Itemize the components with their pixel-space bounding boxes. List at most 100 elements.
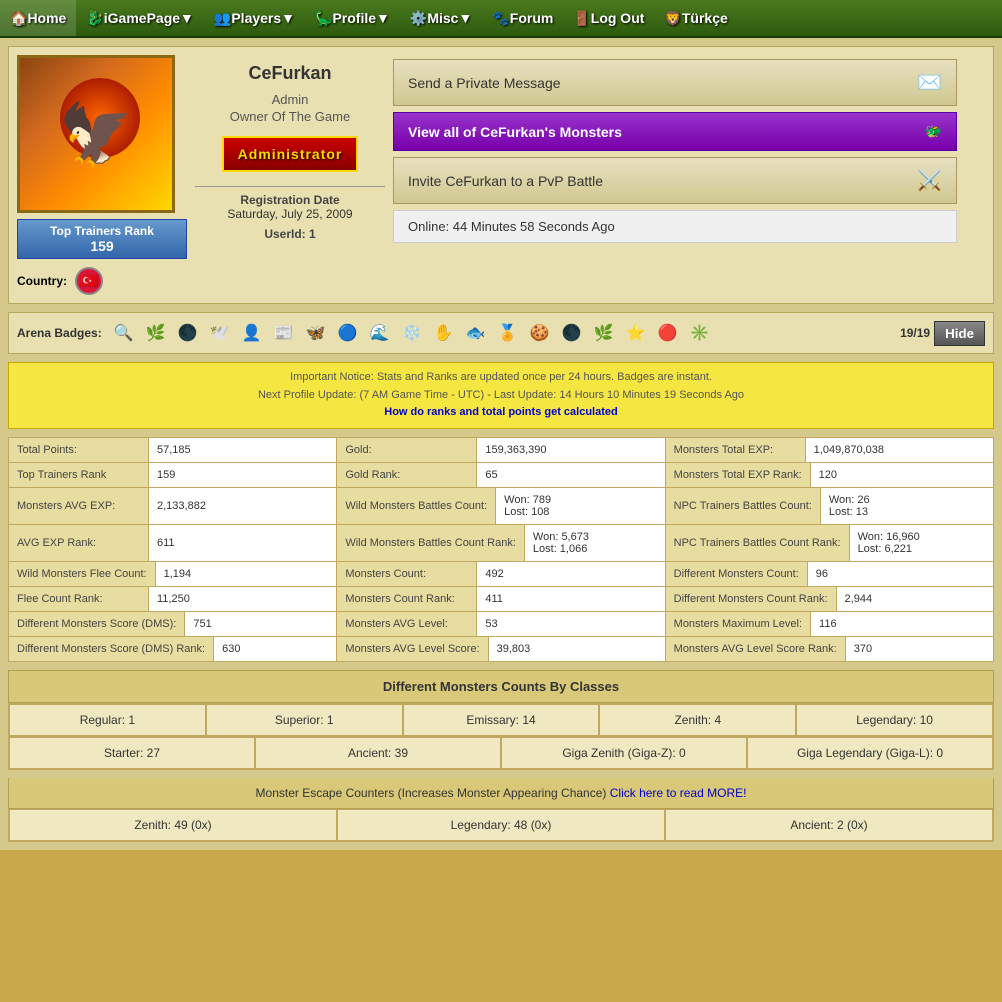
cell-gold: Gold: 159,363,390 [337, 438, 665, 462]
stats-row-1: Total Points: 57,185 Gold: 159,363,390 M… [9, 438, 993, 463]
dms-val: 751 [185, 612, 336, 636]
stats-table: Total Points: 57,185 Gold: 159,363,390 M… [8, 437, 994, 662]
badge-1[interactable]: 🔍 [110, 319, 138, 347]
misc-icon: ⚙️ [410, 10, 427, 27]
nav-home[interactable]: 🏠 Home [0, 0, 76, 36]
avg-level-score-label: Monsters AVG Level Score: [337, 637, 488, 661]
badge-8[interactable]: 🔵 [334, 319, 362, 347]
badge-7[interactable]: 🦋 [302, 319, 330, 347]
sword-icon: ⚔️ [917, 168, 942, 193]
online-status: Online: 44 Minutes 58 Seconds Ago [393, 210, 957, 243]
escape-link[interactable]: Click here to read MORE! [610, 786, 747, 800]
avg-level-score-val: 39,803 [489, 637, 665, 661]
avg-level-score-rank-val: 370 [846, 637, 993, 661]
npc-battles-val: Won: 26Lost: 13 [821, 488, 993, 524]
max-level-val: 116 [811, 612, 993, 636]
wild-battles-label: Wild Monsters Battles Count: [337, 488, 496, 524]
avg-exp-label: Monsters AVG EXP: [9, 488, 149, 524]
cell-diff-monsters: Different Monsters Count: 96 [666, 562, 993, 586]
view-monsters-button[interactable]: View all of CeFurkan's Monsters 🐲 [393, 112, 957, 151]
cell-flee-rank: Flee Count Rank: 11,250 [9, 587, 337, 611]
profile-arrow: ▼ [376, 10, 390, 26]
arena-badges-label: Arena Badges: [17, 326, 102, 340]
gold-val: 159,363,390 [477, 438, 664, 462]
avg-level-score-rank-label: Monsters AVG Level Score Rank: [666, 637, 846, 661]
flee-count-val: 1,194 [156, 562, 337, 586]
badge-11[interactable]: ✋ [430, 319, 458, 347]
badge-4[interactable]: 🕊️ [206, 319, 234, 347]
badge-12[interactable]: 🐟 [462, 319, 490, 347]
flag-icon: 🇹🇷 [75, 267, 103, 295]
diff-monsters-label: Different Monsters Count: [666, 562, 808, 586]
nav-players[interactable]: 👥 Players ▼ [204, 0, 305, 36]
forum-icon: 🐾 [492, 10, 509, 27]
monsters-total-exp-label: Monsters Total EXP: [666, 438, 806, 462]
cell-max-level: Monsters Maximum Level: 116 [666, 612, 993, 636]
monsters-total-exp-val: 1,049,870,038 [806, 438, 993, 462]
language-icon: 🦁 [664, 10, 681, 27]
nav-misc[interactable]: ⚙️ Misc ▼ [400, 0, 482, 36]
badge-10[interactable]: ❄️ [398, 319, 426, 347]
hide-button[interactable]: Hide [934, 321, 985, 346]
badge-19[interactable]: ✳️ [686, 319, 714, 347]
monster-counts-row1: Regular: 1 Superior: 1 Emissary: 14 Zeni… [8, 703, 994, 737]
pvp-button[interactable]: Invite CeFurkan to a PvP Battle ⚔️ [393, 157, 957, 204]
stats-row-5: Wild Monsters Flee Count: 1,194 Monsters… [9, 562, 993, 587]
cell-dms-rank: Different Monsters Score (DMS) Rank: 630 [9, 637, 337, 661]
nav-profile[interactable]: 🦕 Profile ▼ [305, 0, 400, 36]
badge-16[interactable]: 🌿 [590, 319, 618, 347]
monsters-total-exp-rank-label: Monsters Total EXP Rank: [666, 463, 811, 487]
nav-language[interactable]: 🦁 Türkçe [654, 0, 737, 36]
badge-18[interactable]: 🔴 [654, 319, 682, 347]
nav-logout[interactable]: 🚪 Log Out [563, 0, 654, 36]
badge-13[interactable]: 🏅 [494, 319, 522, 347]
top-rank-label: Top Trainers Rank [9, 463, 149, 487]
arena-badges-row: Arena Badges: 🔍 🌿 🌑 🕊️ 👤 📰 🦋 🔵 🌊 ❄️ ✋ 🐟 … [8, 312, 994, 354]
cell-npc-battles-rank: NPC Trainers Battles Count Rank: Won: 16… [666, 525, 993, 561]
badge-15[interactable]: 🌑 [558, 319, 586, 347]
igamepage-arrow: ▼ [180, 10, 194, 26]
igamepage-icon: 🐉 [86, 10, 103, 27]
diff-monsters-rank-val: 2,944 [837, 587, 993, 611]
escape-grid: Zenith: 49 (0x) Legendary: 48 (0x) Ancie… [8, 809, 994, 842]
badge-5[interactable]: 👤 [238, 319, 266, 347]
diff-monsters-header: Different Monsters Counts By Classes [8, 670, 994, 703]
badge-2[interactable]: 🌿 [142, 319, 170, 347]
stats-row-4: AVG EXP Rank: 611 Wild Monsters Battles … [9, 525, 993, 562]
escape-zenith: Zenith: 49 (0x) [9, 809, 337, 841]
top-rank-val: 159 [149, 463, 336, 487]
cell-avg-exp-rank: AVG EXP Rank: 611 [9, 525, 337, 561]
nav-igamepage[interactable]: 🐉 iGamePage ▼ [76, 0, 204, 36]
badge-9[interactable]: 🌊 [366, 319, 394, 347]
cell-gold-rank: Gold Rank: 65 [337, 463, 665, 487]
monsters-count-label: Monsters Count: [337, 562, 477, 586]
badge-3[interactable]: 🌑 [174, 319, 202, 347]
notice-link[interactable]: How do ranks and total points get calcul… [384, 406, 617, 418]
nav-bar: 🏠 Home 🐉 iGamePage ▼ 👥 Players ▼ 🦕 Profi… [0, 0, 1002, 38]
right-spacer [965, 55, 985, 295]
notice-line2: Next Profile Update: (7 AM Game Time - U… [21, 387, 981, 405]
gold-rank-val: 65 [477, 463, 664, 487]
total-points-val: 57,185 [149, 438, 336, 462]
cell-npc-battles: NPC Trainers Battles Count: Won: 26Lost:… [666, 488, 993, 524]
nav-forum[interactable]: 🐾 Forum [482, 0, 563, 36]
monsters-count-rank-val: 411 [477, 587, 664, 611]
npc-battles-rank-label: NPC Trainers Battles Count Rank: [666, 525, 850, 561]
admin-badge[interactable]: Administrator [222, 136, 359, 172]
gold-rank-label: Gold Rank: [337, 463, 477, 487]
badge-17[interactable]: ⭐ [622, 319, 650, 347]
send-pm-button[interactable]: Send a Private Message ✉️ [393, 59, 957, 106]
cell-monsters-count: Monsters Count: 492 [337, 562, 665, 586]
flee-rank-label: Flee Count Rank: [9, 587, 149, 611]
badge-6[interactable]: 📰 [270, 319, 298, 347]
wild-battles-rank-label: Wild Monsters Battles Count Rank: [337, 525, 525, 561]
total-points-label: Total Points: [9, 438, 149, 462]
avg-exp-rank-val: 611 [149, 525, 336, 561]
players-arrow: ▼ [281, 10, 295, 26]
cell-top-rank: Top Trainers Rank 159 [9, 463, 337, 487]
dms-rank-label: Different Monsters Score (DMS) Rank: [9, 637, 214, 661]
badge-14[interactable]: 🍪 [526, 319, 554, 347]
flee-rank-val: 11,250 [149, 587, 336, 611]
cell-avg-level-score-rank: Monsters AVG Level Score Rank: 370 [666, 637, 993, 661]
notice-bar: Important Notice: Stats and Ranks are up… [8, 362, 994, 429]
